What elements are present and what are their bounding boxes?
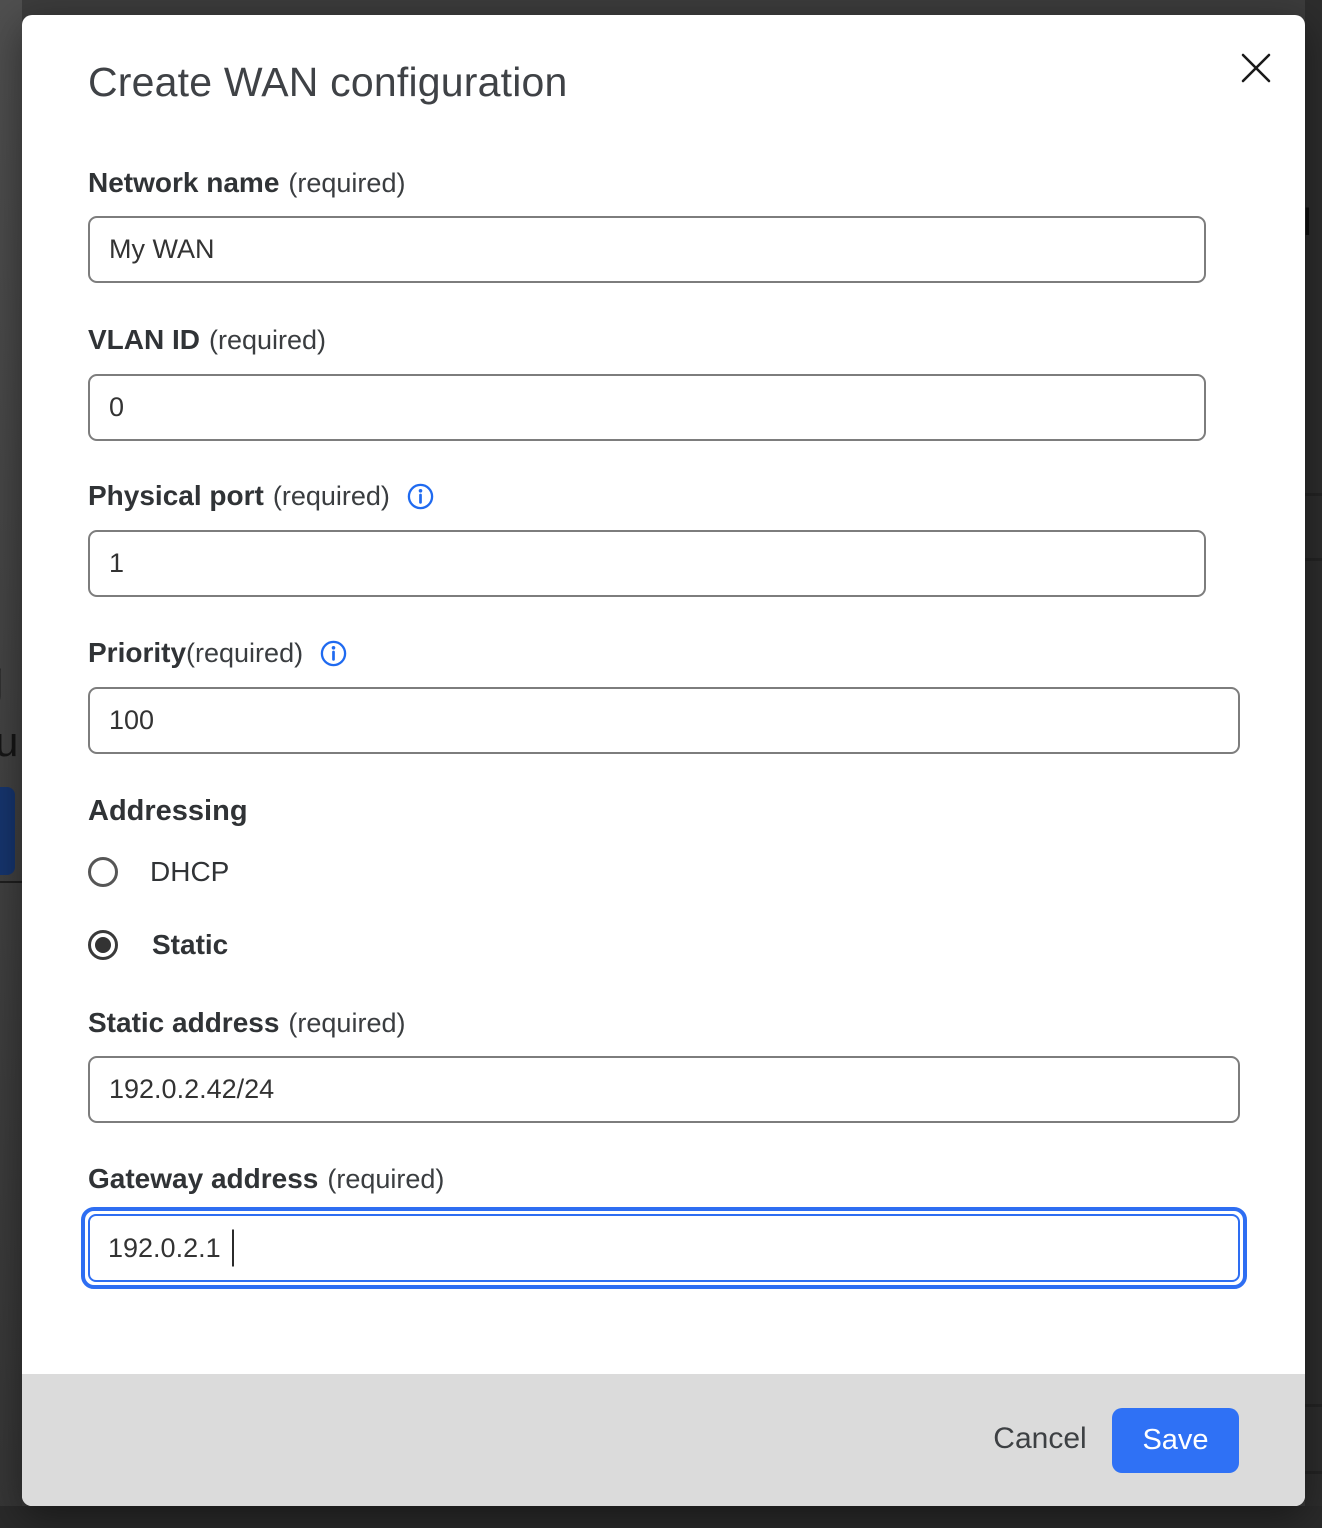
text-cursor (232, 1230, 234, 1267)
vlan-id-label: VLAN ID (required) (88, 324, 326, 356)
gateway-address-focus-ring (81, 1207, 1247, 1289)
addressing-heading: Addressing (88, 795, 248, 828)
static-address-label: Static address (required) (88, 1007, 405, 1039)
background-divider-fragment (1305, 1471, 1322, 1474)
background-divider-fragment (1305, 558, 1322, 561)
field-required-text: (required) (273, 481, 390, 512)
radio-option-dhcp[interactable]: DHCP (88, 856, 229, 888)
radio-label: Static (152, 929, 228, 961)
field-label-text: Physical port (88, 480, 264, 512)
close-icon[interactable] (1234, 46, 1278, 90)
static-address-input[interactable] (88, 1056, 1240, 1123)
physical-port-input[interactable] (88, 530, 1206, 597)
backdrop-bottom-band (0, 1506, 1322, 1528)
info-icon[interactable] (406, 482, 435, 511)
radio-unselected-icon (88, 857, 118, 887)
background-divider-fragment (0, 881, 22, 883)
field-label-text: Static address (88, 1007, 279, 1039)
field-required-text: (required) (209, 325, 326, 356)
radio-selected-icon (88, 930, 118, 960)
background-divider-fragment (1305, 493, 1322, 496)
field-required-text: (required) (288, 1008, 405, 1039)
radio-option-static[interactable]: Static (88, 929, 228, 961)
network-name-input[interactable] (88, 216, 1206, 283)
vlan-id-input[interactable] (88, 374, 1206, 441)
dialog-title: Create WAN configuration (88, 59, 568, 106)
radio-label: DHCP (150, 856, 229, 888)
gateway-address-label: Gateway address (required) (88, 1163, 444, 1195)
close-x-glyph (1237, 49, 1275, 87)
background-divider-fragment (1305, 1404, 1322, 1407)
background-text-fragment: u (0, 718, 18, 766)
field-required-text: (required) (327, 1164, 444, 1195)
field-label-text: Priority (88, 637, 186, 669)
gateway-address-input[interactable] (88, 1214, 1240, 1282)
background-button-fragment (0, 787, 15, 875)
field-label-text: Gateway address (88, 1163, 318, 1195)
create-wan-configuration-dialog: Create WAN configuration Network name (r… (22, 15, 1305, 1506)
background-text-fragment: g (0, 648, 4, 710)
physical-port-label: Physical port (required) (88, 480, 435, 512)
field-required-text: (required) (186, 638, 303, 669)
network-name-label: Network name (required) (88, 167, 405, 199)
cancel-button[interactable]: Cancel (960, 1401, 1120, 1477)
priority-label: Priority (required) (88, 637, 348, 669)
field-label-text: VLAN ID (88, 324, 200, 356)
priority-input[interactable] (88, 687, 1240, 754)
field-label-text: Network name (88, 167, 279, 199)
info-icon[interactable] (319, 639, 348, 668)
save-button[interactable]: Save (1112, 1408, 1239, 1473)
field-required-text: (required) (288, 168, 405, 199)
